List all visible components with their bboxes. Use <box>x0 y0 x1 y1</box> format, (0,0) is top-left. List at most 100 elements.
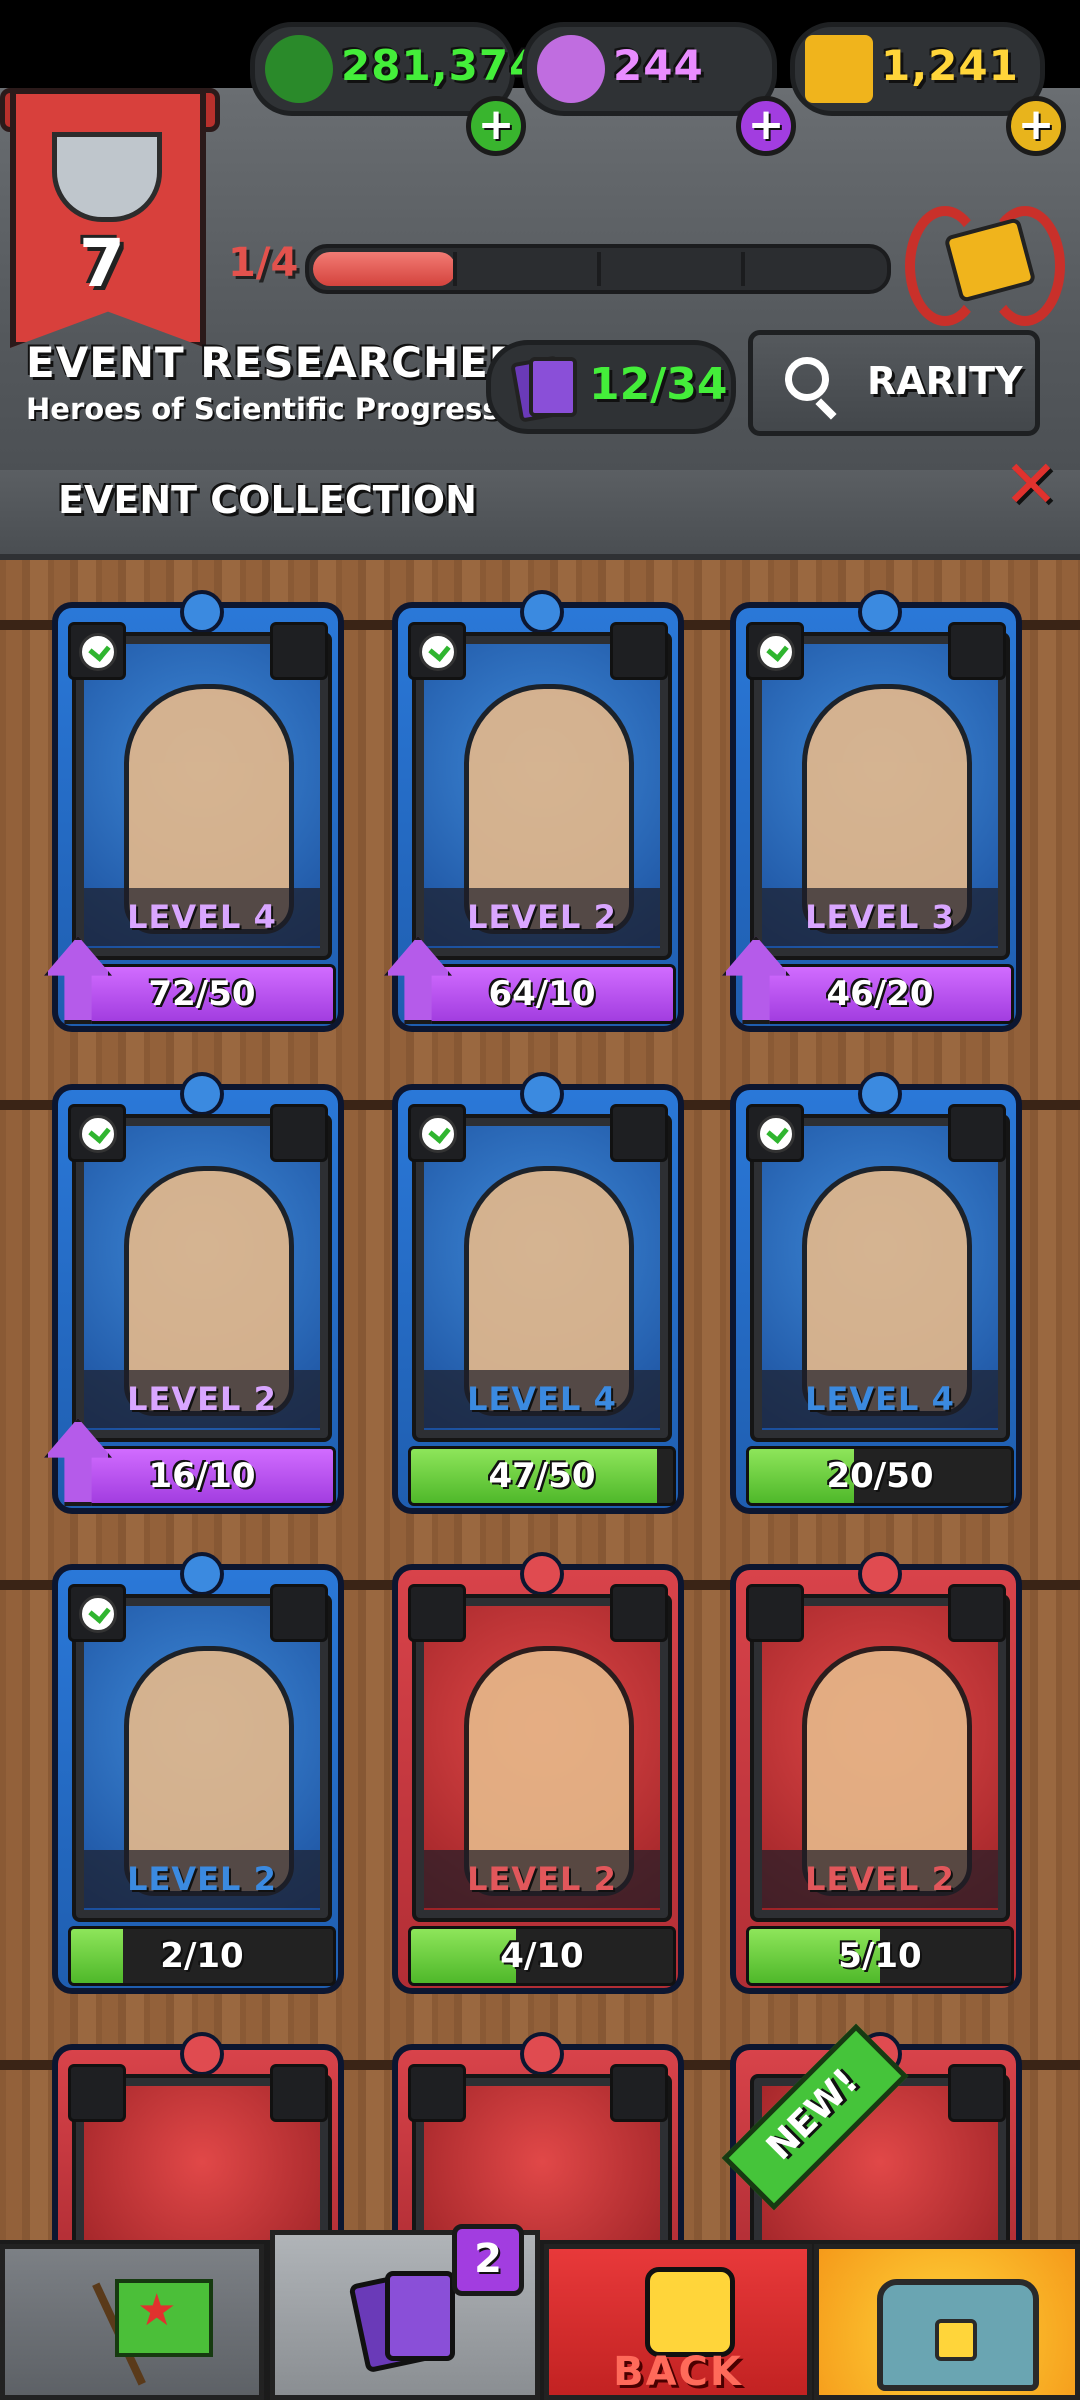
hero-card[interactable]: LEVEL 4 72/50 <box>44 590 344 1032</box>
wizard-hat-icon <box>265 35 333 103</box>
skill-badge-icon <box>746 622 804 680</box>
nav-back-button[interactable]: BACK <box>544 2244 812 2400</box>
currency-green-hat: 281,374 <box>250 22 538 116</box>
hero-class-icon <box>948 1584 1006 1642</box>
card-level: LEVEL 2 <box>762 1850 998 1908</box>
rarity-gem-icon <box>520 1072 564 1116</box>
hero-card[interactable]: LEVEL 2 4/10 <box>392 1552 684 1994</box>
skill-badge-icon <box>746 1584 804 1642</box>
gauge-icon <box>757 633 795 671</box>
card-level: LEVEL 2 <box>84 1850 320 1908</box>
card-level: LEVEL 4 <box>424 1370 660 1428</box>
hero-class-icon <box>948 622 1006 680</box>
card-frame: LEVEL 2 <box>72 1114 332 1442</box>
skill-badge-icon <box>408 1584 466 1642</box>
collection-count-value: 12/34 <box>589 359 728 410</box>
rarity-gem-icon <box>858 1552 902 1596</box>
card-frame: LEVEL 2 <box>72 1594 332 1922</box>
hero-card[interactable]: LEVEL 3 46/20 <box>722 590 1022 1032</box>
add-potion-currency-button[interactable]: + <box>736 96 796 156</box>
progress-divider <box>597 252 601 286</box>
rarity-gem-icon <box>180 1072 224 1116</box>
hero-class-icon <box>610 1104 668 1162</box>
gold-bar-icon <box>805 35 873 103</box>
event-title: EVENT RESEARCHERS <box>26 338 554 387</box>
skill-badge-icon <box>408 1104 466 1162</box>
card-count: 2/10 <box>160 1936 244 1976</box>
currency-gold: 1,241 <box>790 22 1045 116</box>
rarity-gem-icon <box>180 590 224 634</box>
card-count: 5/10 <box>838 1936 922 1976</box>
card-level: LEVEL 2 <box>84 1370 320 1428</box>
progress-divider <box>741 252 745 286</box>
search-icon <box>785 357 829 401</box>
card-frame: LEVEL 2 <box>412 1594 672 1922</box>
skill-badge-icon <box>746 1104 804 1162</box>
card-progress-bar: 5/10 <box>746 1926 1014 1986</box>
rarity-gem-icon <box>520 1552 564 1596</box>
card-frame: LEVEL 2 <box>412 632 672 960</box>
card-progress-bar: 4/10 <box>408 1926 676 1986</box>
add-green-currency-button[interactable]: + <box>466 96 526 156</box>
currency-value: 281,374 <box>341 41 540 90</box>
back-label: BACK <box>613 2349 743 2395</box>
gauge-icon <box>79 1115 117 1153</box>
star-icon: ★ <box>137 2285 177 2336</box>
progress-fill <box>313 252 456 286</box>
card-icon <box>385 2271 455 2361</box>
hammer-icon <box>68 2064 126 2122</box>
event-level: 7 <box>79 225 125 302</box>
progress-divider <box>453 252 457 286</box>
skill-badge-icon <box>408 622 466 680</box>
rarity-gem-icon <box>858 590 902 634</box>
bowl-icon <box>52 132 162 222</box>
currency-value: 1,241 <box>881 41 1019 90</box>
skill-badge-icon <box>68 1104 126 1162</box>
card-frame: LEVEL 4 <box>412 1114 672 1442</box>
rarity-label: RARITY <box>867 359 1023 403</box>
add-gold-currency-button[interactable]: + <box>1006 96 1066 156</box>
card-level: LEVEL 4 <box>84 888 320 946</box>
collection-count: 12/34 <box>486 340 736 434</box>
card-count: 4/10 <box>500 1936 584 1976</box>
nav-chest-button[interactable] <box>814 2244 1080 2400</box>
card-progress-bar: 2/10 <box>68 1926 336 1986</box>
card-frame: LEVEL 3 <box>750 632 1010 960</box>
rarity-gem-icon <box>858 1072 902 1116</box>
turtle-icon <box>270 2064 328 2122</box>
gauge-icon <box>79 633 117 671</box>
currency-value: 244 <box>613 41 704 90</box>
nav-events-button[interactable]: ★ <box>0 2244 264 2400</box>
hero-card[interactable]: LEVEL 2 5/10 <box>730 1552 1022 1994</box>
rarity-gem-icon <box>520 590 564 634</box>
card-level: LEVEL 2 <box>424 1850 660 1908</box>
hero-card[interactable]: LEVEL 4 47/50 <box>392 1072 684 1514</box>
card-frame: LEVEL 4 <box>72 632 332 960</box>
currency-potion: 244 <box>522 22 777 116</box>
card-frame: LEVEL 4 <box>750 1114 1010 1442</box>
turtle-icon <box>610 2064 668 2122</box>
card-level: LEVEL 3 <box>762 888 998 946</box>
hero-card[interactable]: LEVEL 2 16/10 <box>44 1072 344 1514</box>
card-progress-bar: 20/50 <box>746 1446 1014 1506</box>
potion-icon <box>537 35 605 103</box>
rarity-gem-icon <box>520 2032 564 2076</box>
close-button[interactable]: ✕ <box>1000 452 1062 518</box>
lock-icon <box>935 2319 977 2361</box>
gauge-icon <box>419 1115 457 1153</box>
hero-card[interactable]: LEVEL 4 20/50 <box>730 1072 1022 1514</box>
hero-card[interactable]: LEVEL 2 2/10 <box>52 1552 344 1994</box>
hero-class-icon <box>948 1104 1006 1162</box>
milestone-reward-button[interactable] <box>905 206 1065 326</box>
gauge-icon <box>419 633 457 671</box>
progress-label: 1/4 <box>228 240 299 286</box>
gauge-icon <box>79 1595 117 1633</box>
dragon-icon <box>948 2064 1006 2122</box>
gauge-icon <box>757 1115 795 1153</box>
hero-class-icon <box>270 1584 328 1642</box>
hero-card[interactable]: LEVEL 2 64/10 <box>384 590 684 1032</box>
rarity-gem-icon <box>180 1552 224 1596</box>
rarity-sort-button[interactable]: RARITY <box>748 330 1040 436</box>
notification-badge: 2 <box>452 2224 524 2296</box>
hero-class-icon <box>270 622 328 680</box>
